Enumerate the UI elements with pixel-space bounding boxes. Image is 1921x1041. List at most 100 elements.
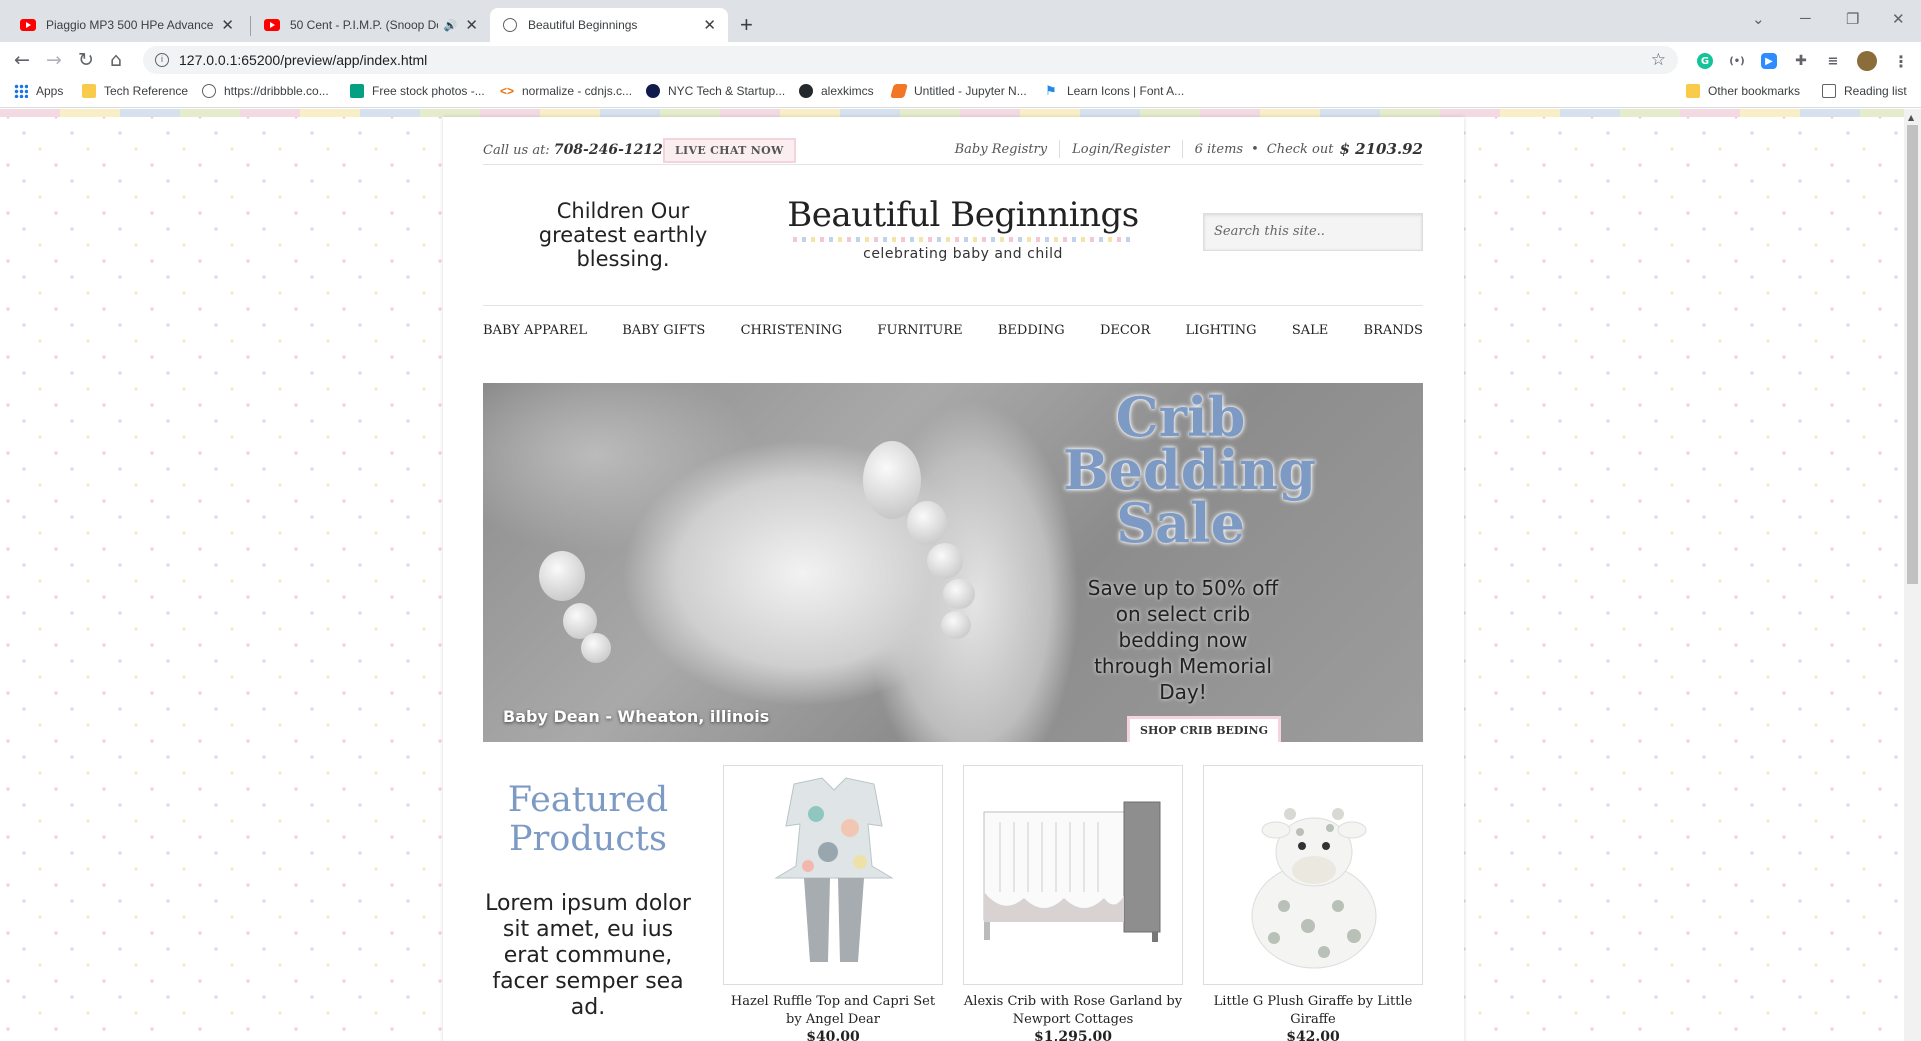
nav-sale[interactable]: SALE bbox=[1292, 323, 1328, 338]
bookmark-normalize[interactable]: <> normalize - cdnjs.c... bbox=[500, 84, 632, 98]
nav-brands[interactable]: BRANDS bbox=[1364, 323, 1423, 338]
nav-furniture[interactable]: FURNITURE bbox=[877, 323, 962, 338]
bookmark-label: https://dribbble.co... bbox=[224, 84, 329, 98]
bookmark-label: Reading list bbox=[1844, 84, 1907, 98]
scrollbar-thumb[interactable] bbox=[1907, 125, 1918, 584]
product-image-giraffe[interactable] bbox=[1203, 765, 1423, 985]
apps-grid-icon bbox=[14, 84, 28, 98]
login-register-link[interactable]: Login/Register bbox=[1072, 142, 1169, 157]
address-bar[interactable]: i 127.0.0.1:65200/preview/app/index.html… bbox=[143, 46, 1678, 74]
flag-icon: ⚑ bbox=[1045, 83, 1057, 98]
bookmark-label: Untitled - Jupyter N... bbox=[914, 84, 1027, 98]
nav-bedding[interactable]: BEDDING bbox=[998, 323, 1065, 338]
bookmark-reading-list[interactable]: Reading list bbox=[1822, 84, 1907, 98]
nav-baby-gifts[interactable]: BABY GIFTS bbox=[622, 323, 705, 338]
browser-tab-2[interactable]: 50 Cent - P.I.M.P. (Snoop Do 🔊 ✕ bbox=[252, 8, 490, 42]
bookmark-nyc-tech[interactable]: NYC Tech & Startup... bbox=[646, 84, 785, 98]
bookmark-alexkimcs[interactable]: alexkimcs bbox=[799, 84, 874, 98]
divider bbox=[1181, 140, 1183, 158]
nav-baby-apparel[interactable]: BABY APPAREL bbox=[483, 323, 587, 338]
page-scrollbar[interactable]: ▲ bbox=[1904, 109, 1921, 1041]
bookmark-label: Apps bbox=[36, 84, 64, 98]
product-card[interactable]: Little G Plush Giraffe by Little Giraffe… bbox=[1203, 765, 1423, 1041]
product-name[interactable]: Alexis Crib with Rose Garland by Newport… bbox=[963, 993, 1183, 1029]
tab-search-icon[interactable]: ⌄ bbox=[1752, 10, 1765, 28]
profile-avatar[interactable] bbox=[1857, 51, 1877, 71]
pastel-stripe-border bbox=[0, 109, 1921, 117]
new-tab-button[interactable]: + bbox=[740, 12, 753, 38]
minimize-button[interactable]: ─ bbox=[1800, 10, 1811, 27]
folder-icon bbox=[82, 84, 96, 98]
product-image-outfit[interactable] bbox=[723, 765, 943, 985]
product-name[interactable]: Little G Plush Giraffe by Little Giraffe bbox=[1203, 993, 1423, 1029]
nav-lighting[interactable]: LIGHTING bbox=[1186, 323, 1257, 338]
reload-icon[interactable]: ↻ bbox=[78, 49, 94, 71]
home-icon[interactable]: ⌂ bbox=[110, 49, 122, 71]
grammarly-icon[interactable]: G bbox=[1697, 53, 1713, 69]
bookmark-label: alexkimcs bbox=[821, 84, 874, 98]
bookmark-label: NYC Tech & Startup... bbox=[668, 84, 786, 98]
bookmark-jupyter[interactable]: Untitled - Jupyter N... bbox=[890, 84, 1027, 98]
product-image-crib[interactable] bbox=[963, 765, 1183, 985]
cart-items-count[interactable]: 6 items bbox=[1195, 142, 1243, 157]
site-logo[interactable]: Beautiful Beginnings celebrating baby an… bbox=[783, 195, 1143, 262]
speaker-icon[interactable]: 🔊 bbox=[444, 19, 458, 32]
live-chat-button[interactable]: LIVE CHAT NOW bbox=[663, 138, 796, 163]
phone-number[interactable]: 708-246-1212 bbox=[554, 142, 663, 158]
page-viewport: Call us at: 708-246-1212 LIVE CHAT NOW B… bbox=[0, 109, 1921, 1041]
close-tab-icon[interactable]: ✕ bbox=[703, 16, 716, 34]
featured-products-section: Featured Products Lorem ipsum dolor sit … bbox=[483, 765, 1423, 1041]
product-card[interactable]: Alexis Crib with Rose Garland by Newport… bbox=[963, 765, 1183, 1041]
bookmark-label: Free stock photos -... bbox=[372, 84, 485, 98]
browser-tab-1[interactable]: Piaggio MP3 500 HPe Advanced ✕ bbox=[8, 8, 246, 42]
extension-radio-icon[interactable]: (•) bbox=[1729, 53, 1745, 69]
code-icon: <> bbox=[500, 84, 515, 98]
close-window-button[interactable]: ✕ bbox=[1892, 10, 1905, 28]
back-icon[interactable]: ← bbox=[14, 49, 30, 71]
close-tab-icon[interactable]: ✕ bbox=[465, 16, 478, 34]
youtube-icon bbox=[20, 17, 36, 33]
jupyter-icon bbox=[890, 84, 908, 98]
browser-tab-3-active[interactable]: Beautiful Beginnings ✕ bbox=[490, 8, 728, 42]
bookmark-star-icon[interactable]: ☆ bbox=[1651, 50, 1666, 70]
account-links: Baby Registry Login/Register 6 items • C… bbox=[955, 140, 1423, 158]
address-url: 127.0.0.1:65200/preview/app/index.html bbox=[179, 52, 428, 68]
featured-description: Lorem ipsum dolor sit amet, eu ius erat … bbox=[485, 891, 691, 1020]
divider bbox=[1059, 140, 1061, 158]
scroll-up-icon[interactable]: ▲ bbox=[1908, 113, 1914, 122]
zoom-icon[interactable]: ▶ bbox=[1761, 53, 1777, 69]
shop-crib-bedding-button[interactable]: SHOP CRIB BEDING bbox=[1127, 716, 1282, 742]
product-card[interactable]: Hazel Ruffle Top and Capri Set by Angel … bbox=[723, 765, 943, 1041]
bookmark-label: Tech Reference bbox=[104, 84, 189, 98]
close-tab-icon[interactable]: ✕ bbox=[221, 16, 234, 34]
bookmark-font-awesome[interactable]: ⚑ Learn Icons | Font A... bbox=[1045, 83, 1184, 99]
bookmark-stock-photos[interactable]: Free stock photos -... bbox=[350, 84, 485, 98]
logo-subtitle: celebrating baby and child bbox=[863, 246, 1063, 262]
tab-title: 50 Cent - P.I.M.P. (Snoop Do bbox=[290, 18, 438, 32]
checkout-link[interactable]: Check out bbox=[1267, 142, 1334, 157]
bookmarks-bar: Apps Tech Reference https://dribbble.co.… bbox=[0, 78, 1921, 108]
restore-button[interactable]: ❐ bbox=[1846, 10, 1859, 28]
pexels-icon bbox=[350, 84, 364, 98]
globe-icon bbox=[202, 84, 216, 98]
baby-registry-link[interactable]: Baby Registry bbox=[955, 142, 1048, 157]
site-info-icon[interactable]: i bbox=[155, 53, 169, 67]
hero-headline: Crib Bedding Sale bbox=[1063, 385, 1317, 555]
media-control-icon[interactable]: ≡ bbox=[1825, 53, 1841, 69]
site-search-input[interactable]: Search this site.. bbox=[1203, 213, 1423, 251]
nav-christening[interactable]: CHRISTENING bbox=[741, 323, 843, 338]
bookmark-other[interactable]: Other bookmarks bbox=[1686, 84, 1800, 98]
bookmark-dribbble[interactable]: https://dribbble.co... bbox=[202, 84, 329, 98]
forward-icon[interactable]: → bbox=[46, 49, 62, 71]
bookmark-apps[interactable]: Apps bbox=[14, 84, 63, 98]
youtube-icon bbox=[264, 17, 280, 33]
utility-bar: Call us at: 708-246-1212 LIVE CHAT NOW B… bbox=[483, 127, 1423, 165]
bookmark-tech-reference[interactable]: Tech Reference bbox=[82, 84, 188, 98]
product-name[interactable]: Hazel Ruffle Top and Capri Set by Angel … bbox=[723, 993, 943, 1029]
browser-menu-icon[interactable]: ⋮ bbox=[1893, 52, 1909, 71]
extensions-puzzle-icon[interactable]: ✚ bbox=[1793, 53, 1809, 69]
tab-title: Piaggio MP3 500 HPe Advanced bbox=[46, 18, 214, 32]
cart-total: $ 2103.92 bbox=[1339, 140, 1423, 158]
nav-decor[interactable]: DECOR bbox=[1100, 323, 1150, 338]
logo-dotted-underline bbox=[793, 237, 1133, 242]
